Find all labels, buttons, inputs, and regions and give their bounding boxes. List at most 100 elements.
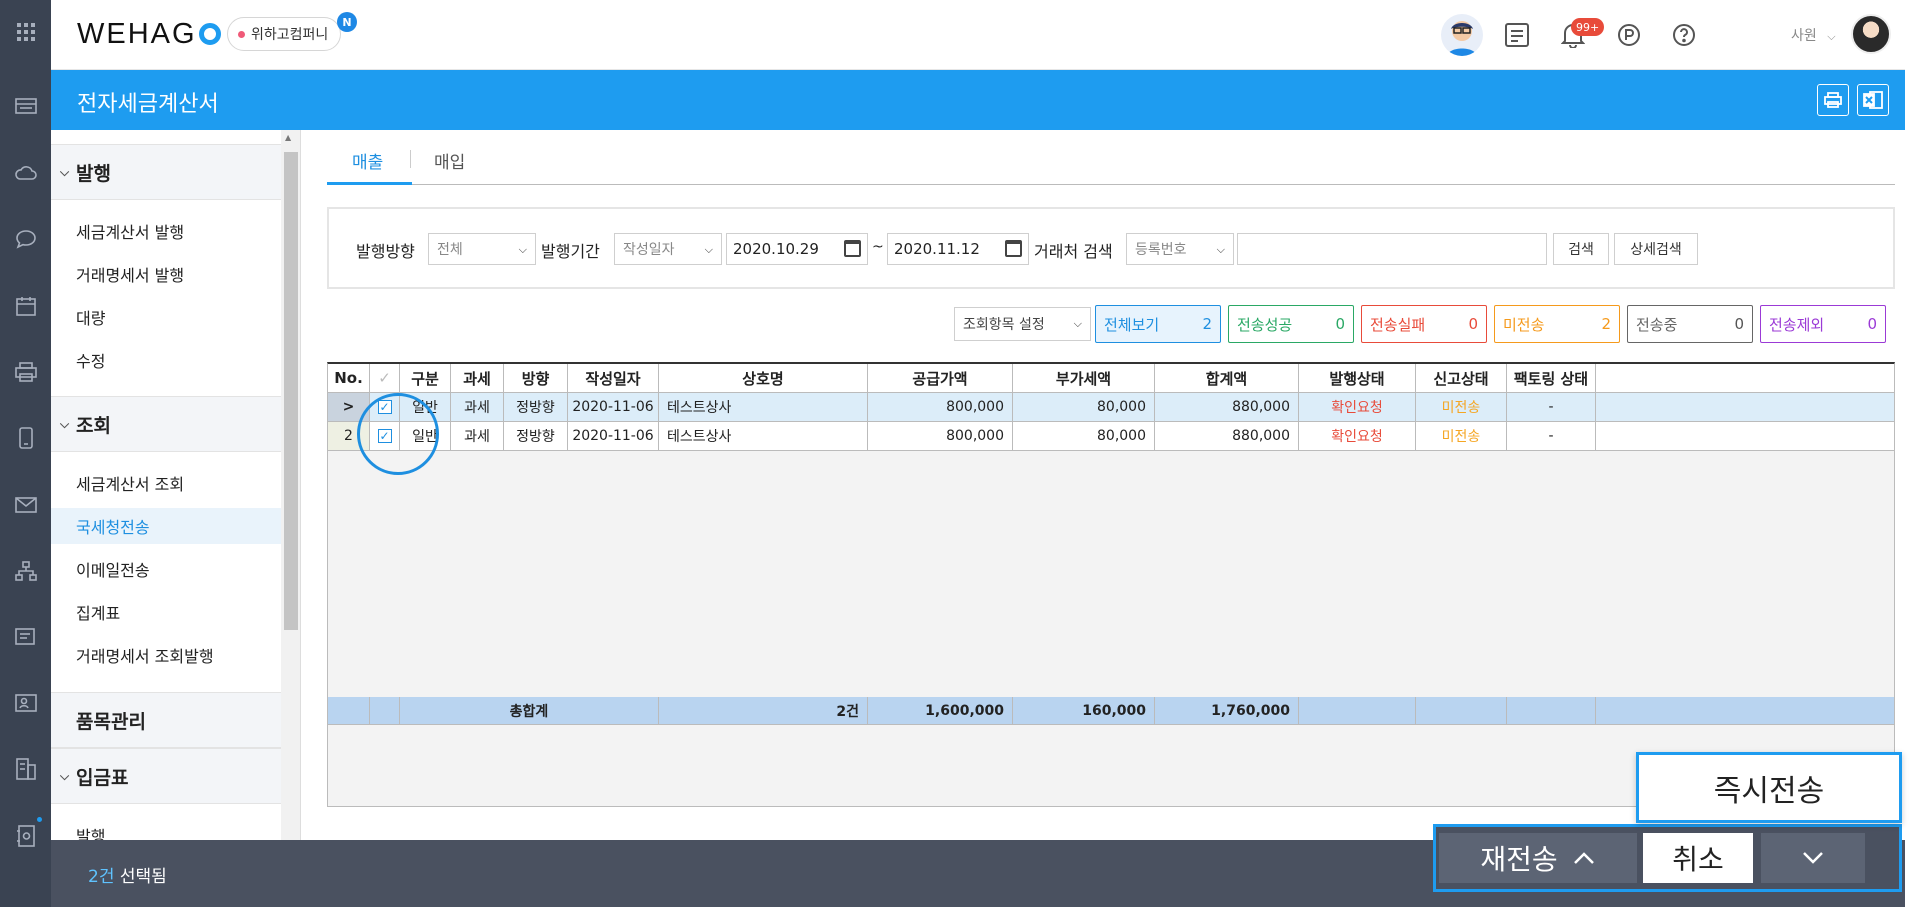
logo-text: WEHAG	[77, 18, 197, 50]
sidebar-item-summary[interactable]: 집계표	[51, 594, 281, 630]
summary-supply: 1,600,000	[868, 697, 1013, 724]
table-row[interactable]: 2 ✓ 일반 과세 정방향 2020-11-06 테스트상사 800,000 80,000 880…	[328, 422, 1894, 451]
sidebar-item-statement-issue[interactable]: 거래명세서 발행	[51, 256, 281, 292]
calendar-icon[interactable]	[1005, 240, 1022, 257]
title-bar: 전자세금계산서	[51, 70, 1905, 130]
sidebar-section-inquiry[interactable]: ⌵ 조회	[51, 396, 281, 452]
status-filter-3[interactable]: 미전송 2	[1494, 305, 1620, 343]
notification-badge: 99+	[1571, 18, 1605, 36]
print-button[interactable]	[1817, 84, 1849, 116]
sidebar-section-issue[interactable]: ⌵ 발행	[51, 144, 281, 200]
mobile-icon[interactable]	[0, 420, 51, 456]
summary-cell	[1507, 697, 1596, 724]
date-to-value: 2020.11.12	[894, 240, 980, 258]
cell-total: 880,000	[1155, 422, 1299, 450]
sidebar-item-email-transmission[interactable]: 이메일전송	[51, 551, 281, 587]
sidebar-scroll-thumb[interactable]	[284, 152, 298, 630]
status-filter-count: 0	[1468, 315, 1478, 333]
column-header: 팩토링 상태	[1507, 364, 1596, 392]
invoice-icon[interactable]	[0, 88, 51, 124]
wehago-logo[interactable]: WEHAG	[77, 18, 221, 51]
point-icon[interactable]	[1617, 23, 1641, 51]
address-book-icon[interactable]	[0, 818, 51, 854]
status-filter-0[interactable]: 전체보기 2	[1095, 305, 1221, 343]
status-filter-1[interactable]: 전송성공 0	[1228, 305, 1354, 343]
section-label: 발행	[76, 162, 111, 185]
help-icon[interactable]	[1672, 23, 1696, 51]
sidebar-item-bulk[interactable]: 대량	[51, 299, 281, 335]
chevron-down-icon	[1803, 852, 1823, 864]
sidebar-item-tax-invoice-inquiry[interactable]: 세금계산서 조회	[51, 465, 281, 501]
tab-underline	[327, 184, 1895, 185]
company-selector[interactable]: 위하고컴퍼니	[227, 17, 342, 51]
printer-icon[interactable]	[0, 354, 51, 390]
resend-button[interactable]: 재전송	[1439, 833, 1637, 883]
column-header: No.	[328, 364, 370, 392]
excel-button[interactable]	[1857, 84, 1889, 116]
chat-icon[interactable]	[0, 221, 51, 257]
date-to-input[interactable]: 2020.11.12	[887, 233, 1029, 265]
column-setting-select[interactable]: 조회항목 설정 ⌵	[954, 307, 1091, 341]
building-icon[interactable]	[0, 751, 51, 787]
status-filter-label: 미전송	[1503, 315, 1545, 334]
action-group: 재전송 취소	[1433, 824, 1902, 892]
sidebar-item-receipt-issue[interactable]: 발행	[51, 817, 281, 840]
org-chart-icon[interactable]	[0, 553, 51, 589]
memo-icon[interactable]	[1504, 22, 1530, 52]
sidebar-item-amend[interactable]: 수정	[51, 342, 281, 378]
select-all-check-icon[interactable]: ✓	[370, 364, 400, 392]
main-content: 매출 매입 발행방향 전체 ⌵ 발행기간 작성일자 ⌵ 2020.10.29 ~ 2…	[302, 130, 1905, 840]
cloud-icon[interactable]	[0, 155, 51, 191]
table-summary-row: 총합계 2건 1,600,000 160,000 1,760,000	[328, 697, 1894, 725]
tab-purchase[interactable]: 매입	[434, 148, 465, 173]
excel-icon	[1863, 91, 1883, 109]
user-avatar[interactable]	[1851, 14, 1891, 54]
detail-search-button[interactable]: 상세검색	[1614, 233, 1698, 265]
direction-label: 발행방향	[356, 242, 415, 261]
cell-vat: 80,000	[1013, 393, 1155, 421]
partner-search-input[interactable]	[1237, 233, 1547, 265]
instant-send-option[interactable]: 즉시전송	[1636, 752, 1902, 823]
sidebar-item-statement-inquiry[interactable]: 거래명세서 조회발행	[51, 637, 281, 673]
app-grid-icon[interactable]	[0, 14, 51, 50]
date-from-input[interactable]: 2020.10.29	[726, 233, 868, 265]
column-header: 방향	[504, 364, 568, 392]
user-role-menu[interactable]: 사원 ⌵	[1791, 25, 1836, 45]
section-label: 입금표	[76, 766, 129, 789]
summary-cell	[1416, 697, 1507, 724]
sidebar-item-nts-transmission[interactable]: 국세청전송	[51, 508, 281, 544]
more-actions-button[interactable]	[1761, 833, 1865, 883]
character-avatar-icon[interactable]	[1441, 14, 1483, 56]
cancel-button[interactable]: 취소	[1643, 833, 1753, 883]
sidebar-section-receipt[interactable]: ⌵ 입금표	[51, 748, 281, 804]
cell-name: 테스트상사	[659, 422, 868, 450]
page-title: 전자세금계산서	[77, 92, 219, 117]
status-filter-4[interactable]: 전송중 0	[1627, 305, 1753, 343]
scroll-up-icon[interactable]: ▲	[285, 133, 291, 142]
tab-sales[interactable]: 매출	[352, 148, 383, 173]
printer-icon	[1824, 92, 1842, 108]
resend-label: 재전송	[1480, 843, 1558, 876]
calendar-icon[interactable]	[844, 240, 861, 257]
column-header: 신고상태	[1416, 364, 1507, 392]
partner-type-select[interactable]: 등록번호 ⌵	[1126, 233, 1234, 265]
mail-icon[interactable]	[0, 487, 51, 523]
status-filter-2[interactable]: 전송실패 0	[1361, 305, 1487, 343]
contract-icon[interactable]	[0, 619, 51, 655]
cell-supply: 800,000	[868, 393, 1013, 421]
new-badge: N	[337, 12, 357, 32]
partner-type-value: 등록번호	[1135, 242, 1187, 258]
calendar-icon[interactable]	[0, 288, 51, 324]
table-row[interactable]: > ✓ 일반 과세 정방향 2020-11-06 테스트상사 800,000 80,000 880…	[328, 393, 1894, 422]
direction-select[interactable]: 전체 ⌵	[428, 233, 536, 265]
filter-panel: 발행방향 전체 ⌵ 발행기간 작성일자 ⌵ 2020.10.29 ~ 2020.11…	[327, 207, 1895, 289]
period-type-select[interactable]: 작성일자 ⌵	[614, 233, 722, 265]
sidebar-item-tax-invoice-issue[interactable]: 세금계산서 발행	[51, 213, 281, 249]
search-button[interactable]: 검색	[1553, 233, 1609, 265]
cell-report: 미전송	[1416, 393, 1507, 421]
column-header: 상호명	[659, 364, 868, 392]
status-filter-5[interactable]: 전송제외 0	[1760, 305, 1886, 343]
contact-card-icon[interactable]	[0, 685, 51, 721]
column-setting-label: 조회항목 설정	[963, 317, 1045, 333]
sidebar-section-items[interactable]: 품목관리	[51, 692, 281, 748]
